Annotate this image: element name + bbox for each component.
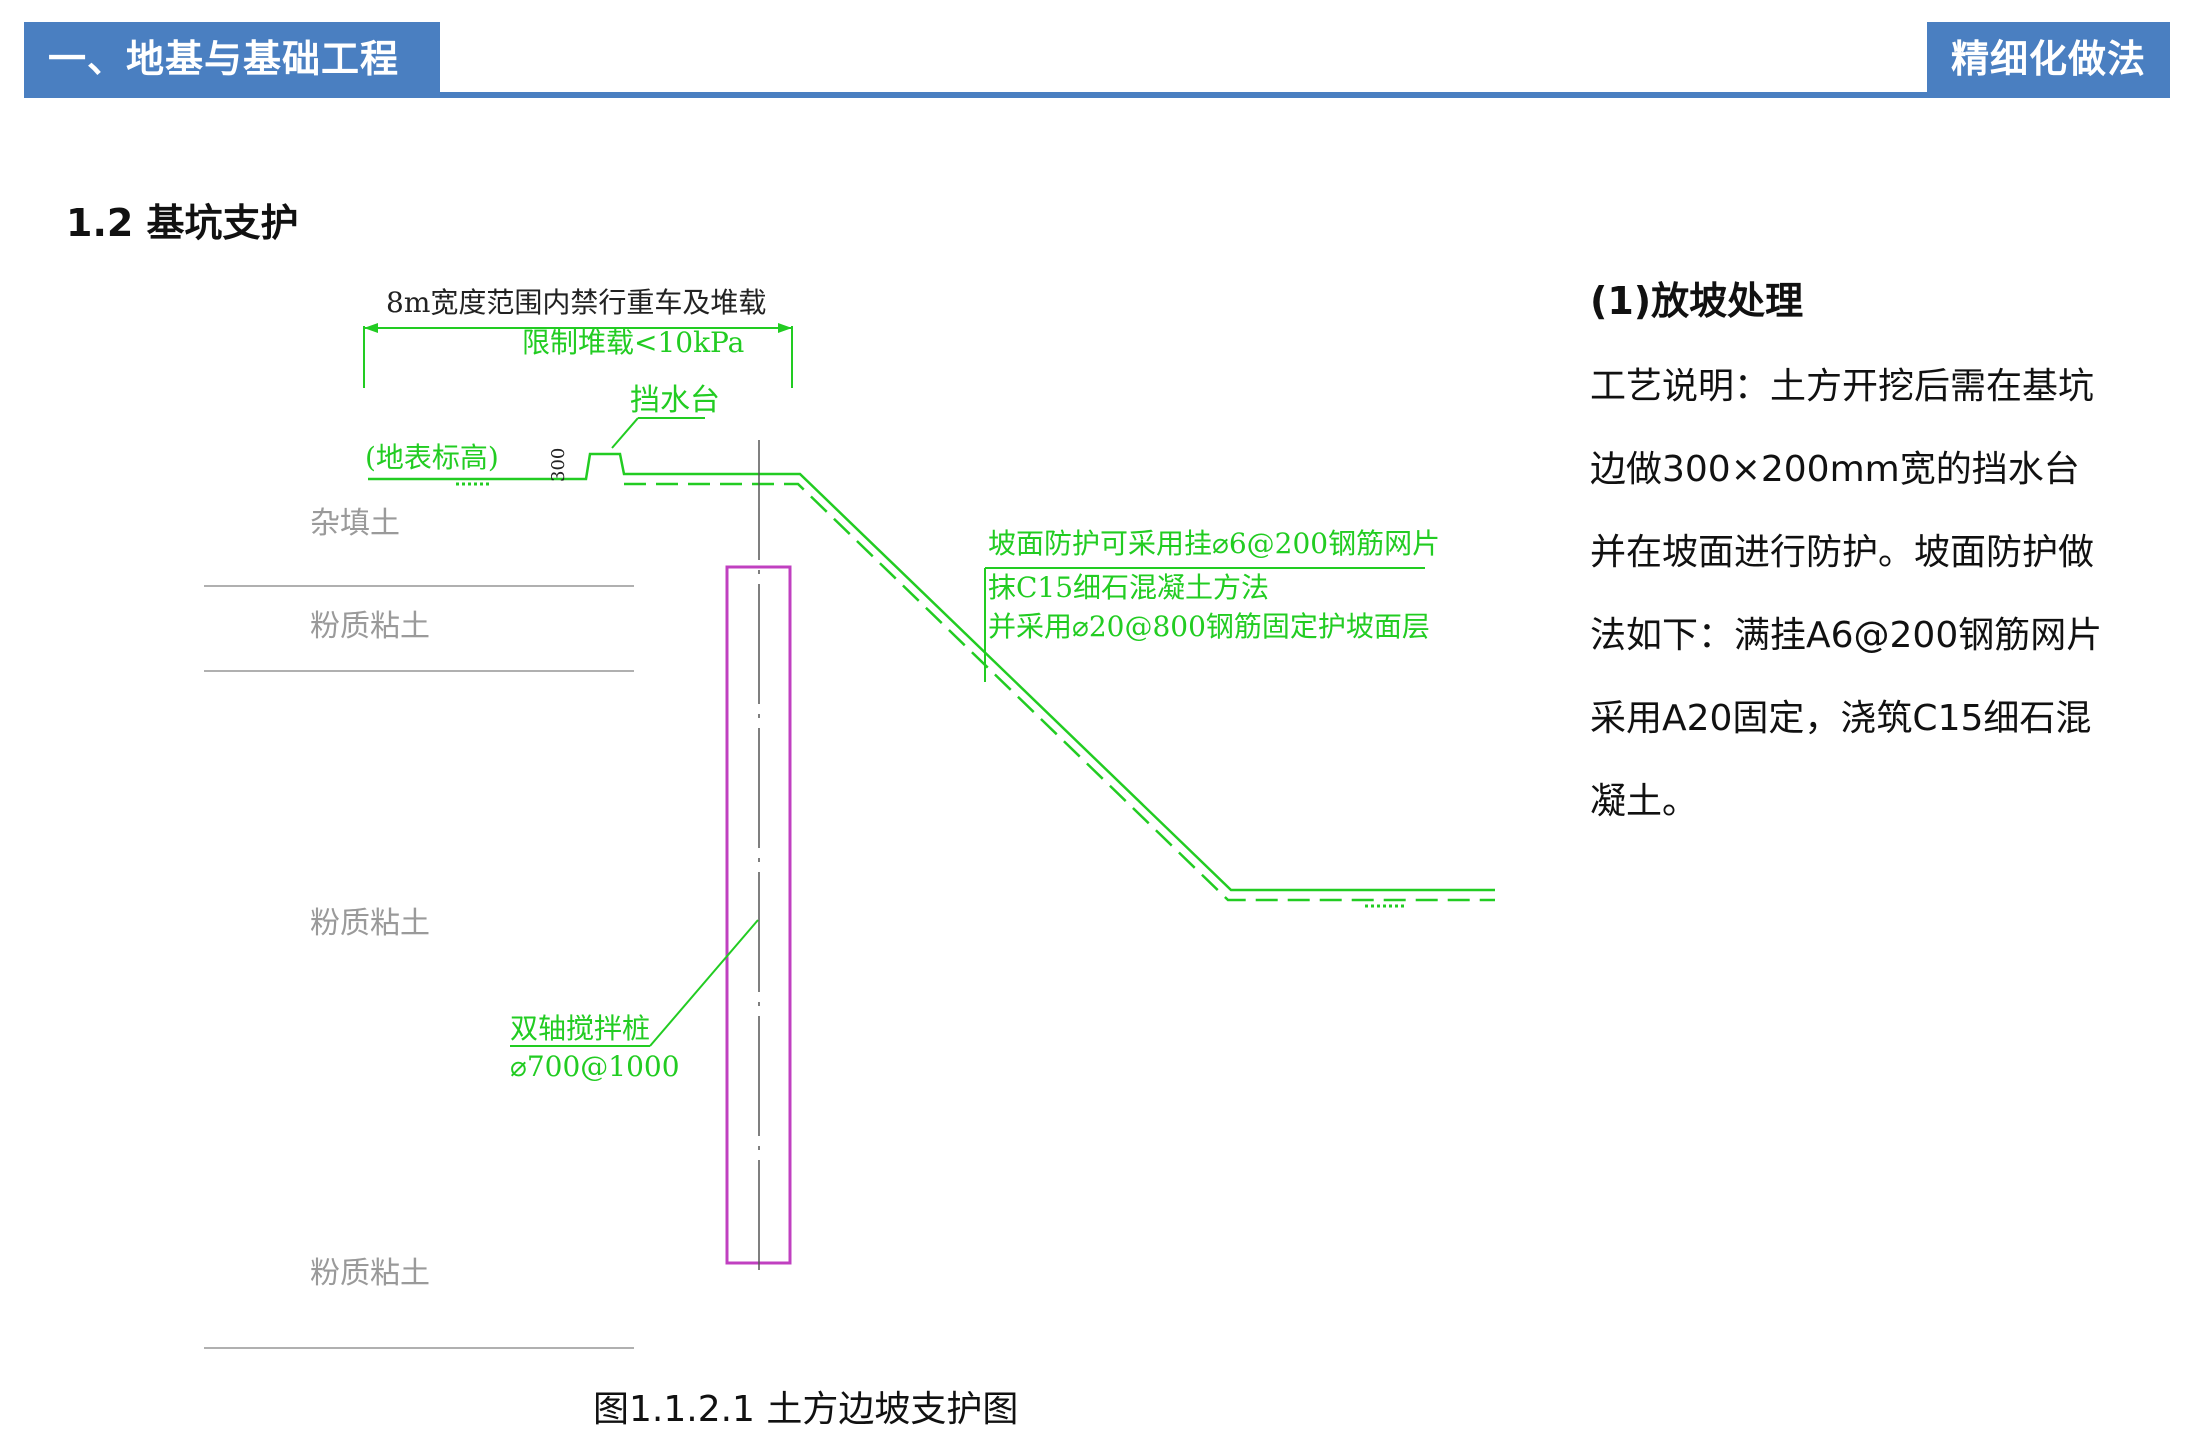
soil-label-clay-1: 粉质粘土 xyxy=(310,609,430,644)
description-body: 工艺说明：土方开挖后需在基坑边做300×200mm宽的挡水台并在坡面进行防护。坡… xyxy=(1590,366,2103,822)
pile-name-label: 双轴搅拌桩 xyxy=(510,1012,650,1045)
dimension-300-label: 300 xyxy=(548,448,569,482)
badge-tab: 精细化做法 xyxy=(1927,22,2170,96)
pile-spec-label: ⌀700@1000 xyxy=(510,1050,680,1083)
description-panel: (1)放坡处理 工艺说明：土方开挖后需在基坑边做300×200mm宽的挡水台并在… xyxy=(1590,270,2110,843)
soil-label-fill: 杂填土 xyxy=(310,506,400,541)
soil-label-clay-2: 粉质粘土 xyxy=(310,906,430,941)
load-limit-label: 限制堆载<10kPa xyxy=(522,326,744,359)
description-heading: (1)放坡处理 xyxy=(1590,279,1804,323)
slope-profile xyxy=(368,452,1495,908)
section-title: 1.2 基坑支护 xyxy=(66,201,299,245)
bottom-layer-line xyxy=(204,1347,634,1349)
water-stop-leader xyxy=(611,417,705,449)
slope-note-line1: 坡面防护可采用挂⌀6@200钢筋网片 xyxy=(988,527,1440,560)
figure-caption: 图1.1.2.1 土方边坡支护图 xyxy=(593,1389,1019,1430)
slope-note-line2: 抹C15细石混凝土方法 xyxy=(988,571,1269,604)
width-limit-label: 8m宽度范围内禁行重车及堆载 xyxy=(386,286,766,319)
soil-layer-lines xyxy=(204,585,634,672)
soil-label-clay-3: 粉质粘土 xyxy=(310,1256,430,1291)
chapter-tab: 一、地基与基础工程 xyxy=(24,22,440,96)
water-stop-label: 挡水台 xyxy=(630,383,720,418)
ground-level-label: (地表标高) xyxy=(365,441,499,474)
slope-support-drawing: 8m宽度范围内禁行重车及堆载 限制堆载<10kPa 挡水台 (地表标高) 300… xyxy=(204,286,1495,1291)
slope-note-line3: 并采用⌀20@800钢筋固定护坡面层 xyxy=(988,610,1430,643)
